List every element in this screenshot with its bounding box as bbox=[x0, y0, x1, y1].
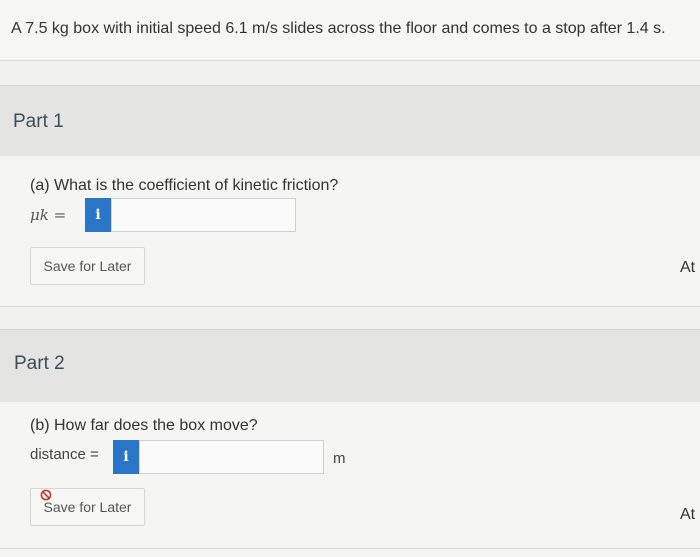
part2-attempts-label: At bbox=[680, 506, 696, 523]
part2-save-label: Save for Later bbox=[43, 499, 132, 515]
part2-info-button[interactable]: i bbox=[113, 440, 139, 474]
section-gap bbox=[0, 61, 700, 85]
part1-answer-input[interactable] bbox=[111, 198, 296, 232]
part1-info-button[interactable]: i bbox=[85, 198, 111, 232]
part2-header: Part 2 bbox=[0, 329, 700, 403]
problem-text: A 7.5 kg box with initial speed 6.1 m/s … bbox=[11, 20, 666, 37]
part1-attempts-label: At bbox=[680, 259, 696, 276]
divider bbox=[0, 548, 700, 549]
blocked-icon bbox=[40, 489, 52, 501]
distance-label: distance = bbox=[30, 446, 99, 463]
part1-save-for-later-button[interactable]: Save for Later bbox=[30, 247, 145, 285]
part1-title: Part 1 bbox=[13, 111, 64, 132]
part2-answer-input[interactable] bbox=[139, 440, 324, 474]
part2-title: Part 2 bbox=[14, 353, 65, 374]
mu-k-label: μk = bbox=[30, 206, 67, 224]
part1-header: Part 1 bbox=[0, 85, 700, 157]
unit-label: m bbox=[333, 450, 346, 467]
part2-question: (b) How far does the box move? bbox=[30, 417, 258, 434]
part1-question: (a) What is the coefficient of kinetic f… bbox=[30, 177, 339, 194]
section-gap bbox=[0, 307, 700, 329]
